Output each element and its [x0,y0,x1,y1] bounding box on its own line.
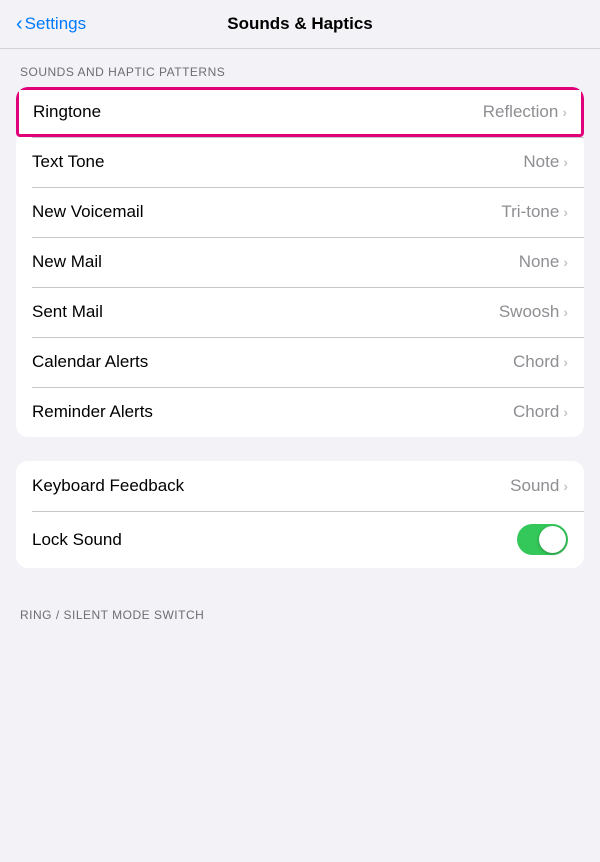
text-tone-right: Note › [523,152,568,172]
row-lock-sound[interactable]: Lock Sound [16,511,584,568]
page-title: Sounds & Haptics [227,14,372,34]
header: ‹ Settings Sounds & Haptics [0,0,600,49]
section1-label: SOUNDS AND HAPTIC PATTERNS [0,49,600,87]
new-mail-right: None › [519,252,568,272]
sounds-card: Ringtone Reflection › Text Tone Note › N… [16,87,584,437]
sent-mail-label: Sent Mail [32,302,103,322]
row-new-voicemail[interactable]: New Voicemail Tri-tone › [16,187,584,237]
text-tone-value: Note [523,152,559,172]
row-keyboard-feedback[interactable]: Keyboard Feedback Sound › [16,461,584,511]
row-new-mail[interactable]: New Mail None › [16,237,584,287]
back-button[interactable]: ‹ Settings [16,13,86,36]
sent-mail-right: Swoosh › [499,302,568,322]
calendar-alerts-value: Chord [513,352,559,372]
keyboard-feedback-chevron-icon: › [563,478,568,494]
new-voicemail-value: Tri-tone [501,202,559,222]
reminder-alerts-chevron-icon: › [563,404,568,420]
section3-label: RING / SILENT MODE SWITCH [0,592,600,630]
ringtone-value: Reflection [483,102,559,122]
row-reminder-alerts[interactable]: Reminder Alerts Chord › [16,387,584,437]
lock-sound-toggle[interactable] [517,524,568,555]
keyboard-feedback-value: Sound [510,476,559,496]
sent-mail-chevron-icon: › [563,304,568,320]
calendar-alerts-chevron-icon: › [563,354,568,370]
calendar-alerts-right: Chord › [513,352,568,372]
ringtone-right: Reflection › [483,102,567,122]
ringtone-chevron-icon: › [562,104,567,120]
sent-mail-value: Swoosh [499,302,559,322]
keyboard-feedback-right: Sound › [510,476,568,496]
chevron-left-icon: ‹ [16,13,23,36]
lock-sound-label: Lock Sound [32,530,122,550]
text-tone-chevron-icon: › [563,154,568,170]
reminder-alerts-label: Reminder Alerts [32,402,153,422]
back-label: Settings [25,14,86,34]
feedback-card: Keyboard Feedback Sound › Lock Sound [16,461,584,568]
row-ringtone[interactable]: Ringtone Reflection › [16,87,584,137]
new-mail-value: None [519,252,560,272]
keyboard-feedback-label: Keyboard Feedback [32,476,184,496]
ringtone-label: Ringtone [33,102,101,122]
reminder-alerts-value: Chord [513,402,559,422]
calendar-alerts-label: Calendar Alerts [32,352,148,372]
new-voicemail-label: New Voicemail [32,202,144,222]
toggle-knob [539,526,566,553]
row-calendar-alerts[interactable]: Calendar Alerts Chord › [16,337,584,387]
text-tone-label: Text Tone [32,152,104,172]
new-mail-label: New Mail [32,252,102,272]
reminder-alerts-right: Chord › [513,402,568,422]
row-text-tone[interactable]: Text Tone Note › [16,137,584,187]
new-voicemail-right: Tri-tone › [501,202,568,222]
row-sent-mail[interactable]: Sent Mail Swoosh › [16,287,584,337]
new-voicemail-chevron-icon: › [563,204,568,220]
new-mail-chevron-icon: › [563,254,568,270]
